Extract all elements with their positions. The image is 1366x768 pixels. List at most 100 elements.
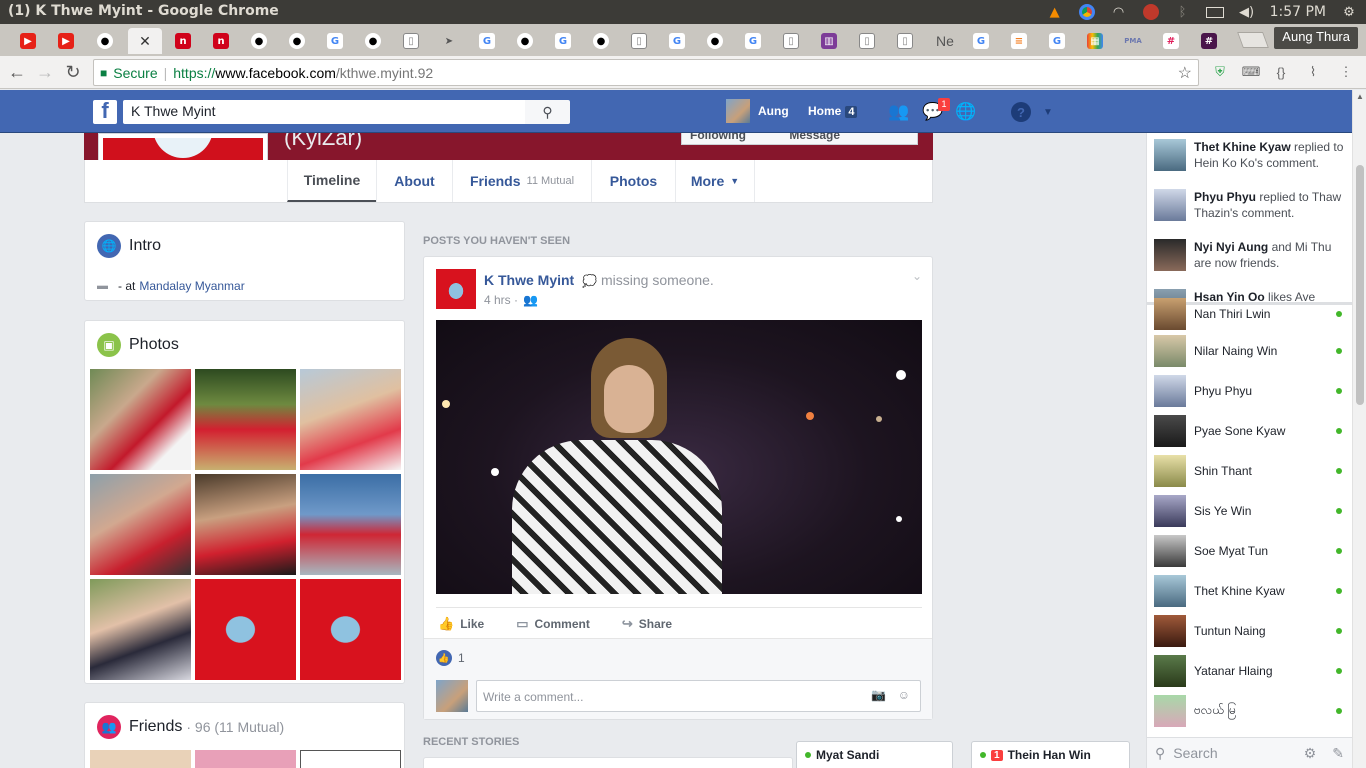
bookmark-star-icon[interactable]: ☆: [1178, 63, 1192, 83]
friends-header[interactable]: 👥 Friends · 96 (11 Mutual): [97, 715, 284, 739]
chat-tab-myat-sandi[interactable]: Myat Sandi: [796, 741, 953, 768]
nav-profile-link[interactable]: Aung: [726, 99, 789, 123]
photo-thumbnail[interactable]: [90, 369, 191, 470]
comment-input[interactable]: Write a comment... 📷 ☺: [476, 680, 921, 712]
browser-tab[interactable]: G: [968, 28, 994, 54]
keyboard-extension-icon[interactable]: ⌨: [1241, 62, 1261, 82]
chat-tab-thein-han-win[interactable]: 1 Thein Han Win: [971, 741, 1130, 768]
post-options-chevron-icon[interactable]: ⌄: [912, 269, 922, 283]
browser-tab[interactable]: G: [1044, 28, 1070, 54]
browser-tab[interactable]: Ne: [930, 28, 960, 54]
browser-tab[interactable]: ▯: [778, 28, 804, 54]
settings-gear-icon[interactable]: ⚙: [1340, 3, 1358, 21]
tab-photos[interactable]: Photos: [591, 160, 675, 202]
bluetooth-icon[interactable]: ᛒ: [1174, 3, 1192, 21]
browser-tab[interactable]: ●: [246, 28, 272, 54]
page-scrollbar[interactable]: ▲: [1352, 90, 1366, 768]
browser-tab[interactable]: G: [740, 28, 766, 54]
post-time[interactable]: 4 hrs ·: [484, 293, 518, 307]
post-author-avatar[interactable]: [436, 269, 476, 309]
browser-tab[interactable]: ▯: [854, 28, 880, 54]
photo-thumbnail[interactable]: [195, 369, 296, 470]
share-button[interactable]: ↪ Share: [622, 616, 672, 632]
tab-more[interactable]: More ▼: [675, 160, 755, 202]
browser-tab[interactable]: ●: [92, 28, 118, 54]
chat-contact[interactable]: Sis Ye Win: [1154, 495, 1344, 527]
shield-extension-icon[interactable]: ⛨: [1210, 62, 1230, 82]
ticker-item[interactable]: Phyu Phyu replied to Thaw Thazin's comme…: [1154, 189, 1349, 221]
photos-header[interactable]: ▣ Photos: [97, 333, 179, 357]
location-link[interactable]: Mandalay Myanmar: [139, 279, 244, 293]
profile-chip[interactable]: Aung Thura: [1274, 27, 1358, 49]
json-extension-icon[interactable]: {}: [1271, 62, 1291, 82]
browser-tab-active[interactable]: ✕: [128, 28, 162, 54]
browser-tab[interactable]: n: [208, 28, 234, 54]
help-icon[interactable]: ?: [1010, 101, 1032, 123]
search-icon[interactable]: ⚲: [525, 100, 570, 124]
volume-icon[interactable]: ◀): [1238, 3, 1256, 21]
tray-app-icon[interactable]: [1142, 3, 1160, 21]
back-icon[interactable]: ←: [6, 61, 28, 83]
search-input[interactable]: K Thwe Myint: [123, 100, 525, 124]
photo-thumbnail[interactable]: [300, 579, 401, 680]
camera-icon[interactable]: 📷: [871, 688, 886, 702]
forward-icon[interactable]: →: [34, 61, 56, 83]
battery-icon[interactable]: [1205, 3, 1224, 21]
browser-tab[interactable]: G: [550, 28, 576, 54]
account-menu-caret-icon[interactable]: ▼: [1037, 101, 1059, 123]
chat-contact[interactable]: Nan Thiri Lwin: [1154, 298, 1344, 330]
chat-search-input[interactable]: Search: [1173, 745, 1295, 761]
tab-timeline[interactable]: Timeline: [287, 160, 376, 202]
chat-contact[interactable]: Pyae Sone Kyaw: [1154, 415, 1344, 447]
scroll-up-arrow-icon[interactable]: ▲: [1356, 92, 1364, 101]
audience-friends-icon[interactable]: 👥: [523, 293, 538, 307]
browser-tab[interactable]: ▯: [626, 28, 652, 54]
browser-tab[interactable]: #: [1196, 28, 1222, 54]
chrome-menu-icon[interactable]: ⋮: [1336, 62, 1356, 82]
close-tab-icon[interactable]: ✕: [139, 33, 151, 50]
browser-tab[interactable]: ●: [588, 28, 614, 54]
photo-thumbnail[interactable]: [195, 579, 296, 680]
browser-tab[interactable]: ●: [702, 28, 728, 54]
nav-home-link[interactable]: Home 4: [808, 104, 858, 118]
address-bar[interactable]: ■ Secure | https://www.facebook.com/kthw…: [93, 59, 1199, 86]
new-message-icon[interactable]: ✎: [1332, 745, 1344, 762]
ticker-item[interactable]: Thet Khine Kyaw replied to Hein Ko Ko's …: [1154, 139, 1349, 171]
browser-tab[interactable]: G: [474, 28, 500, 54]
post-video-thumbnail[interactable]: [436, 320, 922, 594]
wifi-icon[interactable]: ◠: [1110, 3, 1128, 21]
tab-friends[interactable]: Friends 11 Mutual: [452, 160, 591, 202]
post-author-link[interactable]: K Thwe Myint: [484, 272, 574, 288]
comment-button[interactable]: ▭ Comment: [516, 616, 590, 632]
browser-tab[interactable]: ▯: [892, 28, 918, 54]
emoji-icon[interactable]: ☺: [898, 688, 910, 702]
ticker-item[interactable]: Nyi Nyi Aung and Mi Thu are now friends.: [1154, 239, 1349, 271]
reload-icon[interactable]: ↻: [62, 61, 84, 83]
browser-tab[interactable]: ●: [512, 28, 538, 54]
chat-contact[interactable]: ဗလယ် မြ: [1154, 695, 1344, 727]
vlc-icon[interactable]: ▲: [1046, 3, 1064, 21]
clock[interactable]: 1:57 PM: [1270, 4, 1326, 20]
browser-tab[interactable]: ➤: [436, 28, 462, 54]
browser-tab[interactable]: ▥: [816, 28, 842, 54]
photo-thumbnail[interactable]: [90, 579, 191, 680]
browser-tab[interactable]: ≡: [1006, 28, 1032, 54]
extension-icon[interactable]: ⌇: [1303, 62, 1323, 82]
new-tab-button[interactable]: [1237, 32, 1269, 48]
browser-tab[interactable]: ▶: [15, 28, 41, 54]
photo-thumbnail[interactable]: [300, 369, 401, 470]
browser-tab[interactable]: G: [664, 28, 690, 54]
friend-thumbnail[interactable]: [300, 750, 401, 768]
browser-tab[interactable]: PMA: [1120, 28, 1146, 54]
browser-tab[interactable]: ●: [284, 28, 310, 54]
chat-contact[interactable]: Tuntun Naing: [1154, 615, 1344, 647]
reaction-summary[interactable]: 👍 1: [436, 650, 465, 666]
like-button[interactable]: 👍 Like: [438, 616, 484, 632]
chat-contact[interactable]: Nilar Naing Win: [1154, 335, 1344, 367]
chrome-icon[interactable]: [1078, 3, 1096, 21]
photo-thumbnail[interactable]: [90, 474, 191, 575]
photo-thumbnail[interactable]: [195, 474, 296, 575]
browser-tab[interactable]: n: [170, 28, 196, 54]
browser-tab[interactable]: ▦: [1082, 28, 1108, 54]
chat-contact[interactable]: Yatanar Hlaing: [1154, 655, 1344, 687]
